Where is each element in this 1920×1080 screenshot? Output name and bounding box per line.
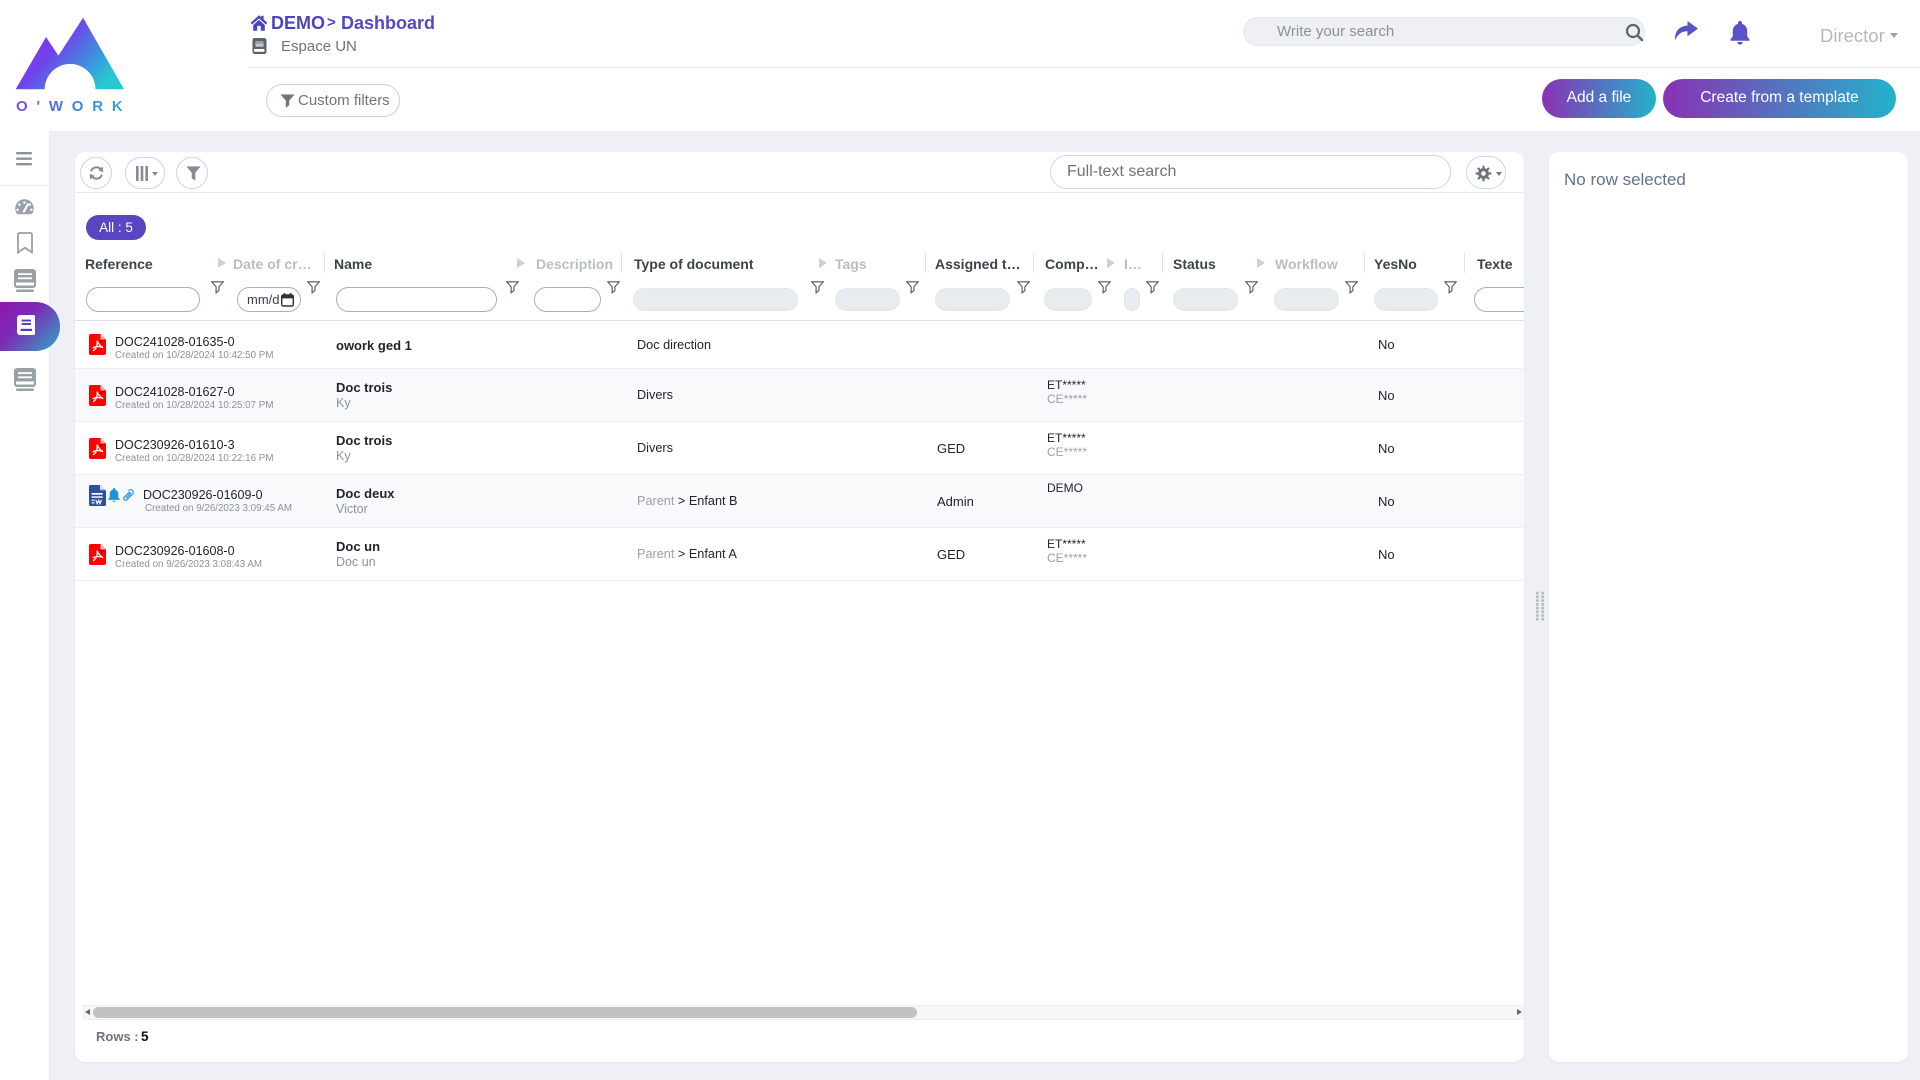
svg-text:O'WORK: O'WORK: [16, 98, 127, 114]
